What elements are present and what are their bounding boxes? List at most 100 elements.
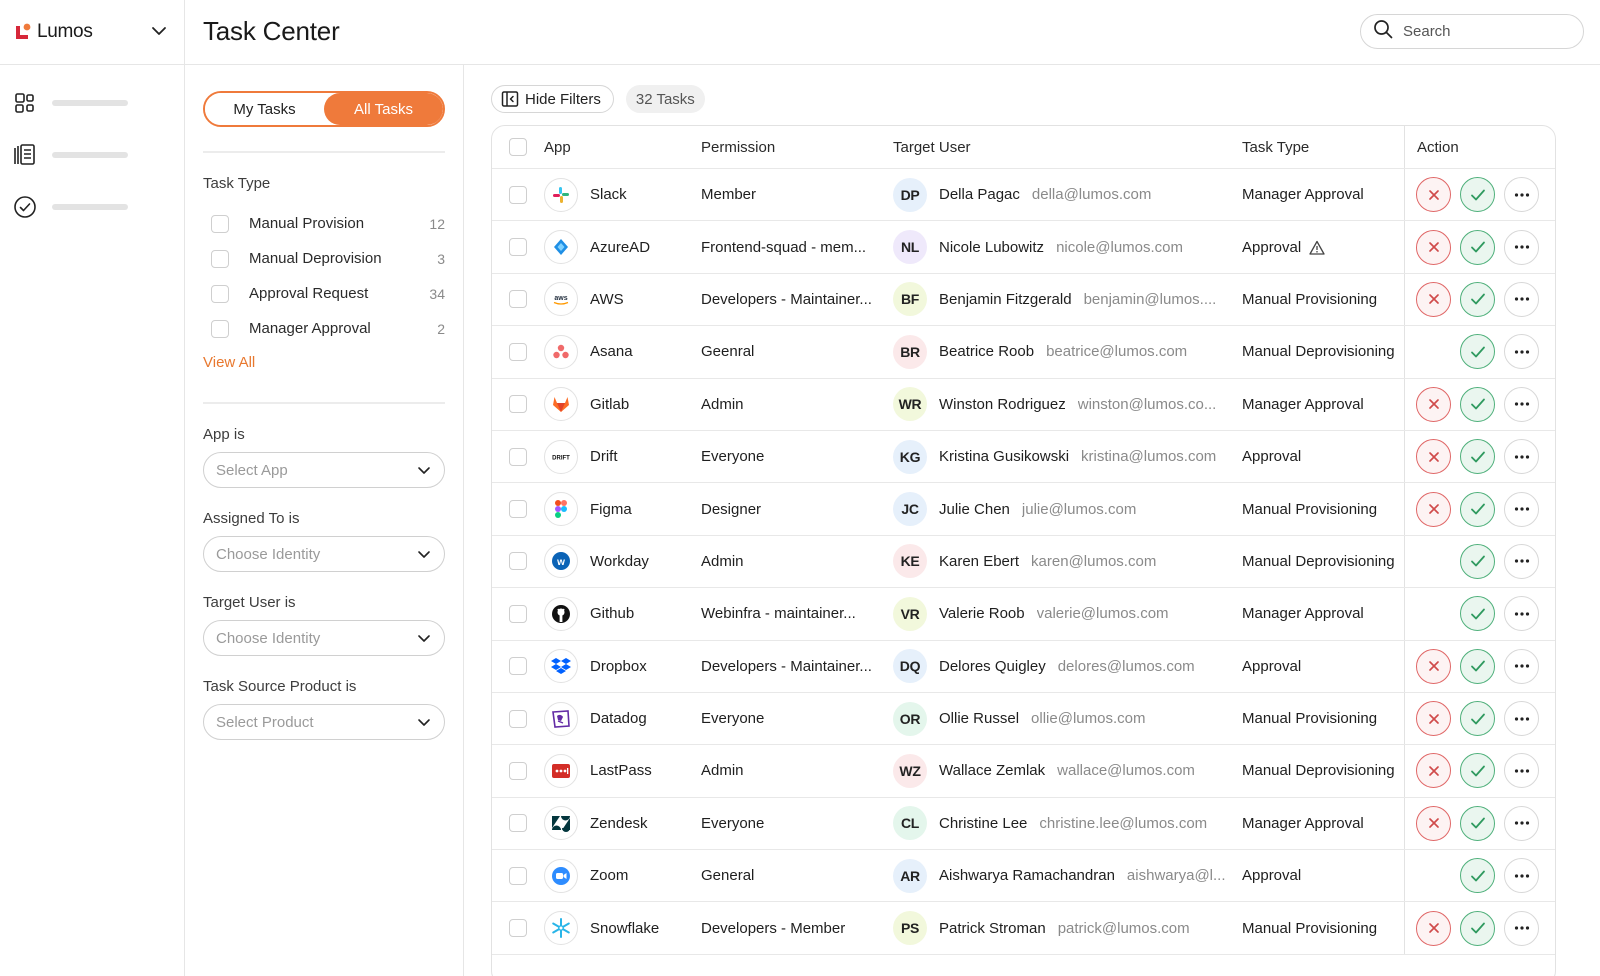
reject-button[interactable] xyxy=(1416,805,1451,841)
table-row[interactable]: DRIFT Drift Everyone KG Kristina Gusikowski k… xyxy=(492,430,1555,484)
approve-button[interactable] xyxy=(1460,177,1495,213)
row-checkbox[interactable] xyxy=(509,395,527,414)
task-type-checkbox[interactable] xyxy=(211,249,229,268)
task-type-option[interactable]: Manager Approval 2 xyxy=(203,311,445,346)
view-all-link[interactable]: View All xyxy=(203,354,255,371)
table-row[interactable]: Figma Designer JC Julie Chen julie@lumos.com… xyxy=(492,483,1555,536)
table-row[interactable]: Datadog Everyone OR Ollie Russel ollie@lumos… xyxy=(492,692,1555,746)
approve-button[interactable] xyxy=(1460,543,1495,579)
row-checkbox[interactable] xyxy=(509,290,527,309)
chevron-down-icon[interactable] xyxy=(150,22,168,45)
more-options-button[interactable] xyxy=(1504,439,1539,475)
approve-button[interactable] xyxy=(1460,701,1495,737)
task-type-checkbox[interactable] xyxy=(211,284,229,303)
row-checkbox[interactable] xyxy=(509,866,527,885)
assigned-select[interactable]: Choose Identity xyxy=(203,536,445,572)
search-box[interactable] xyxy=(1360,14,1584,49)
table-row[interactable]: Github Webinfra - maintainer... VR Valerie … xyxy=(492,588,1555,641)
more-options-button[interactable] xyxy=(1504,596,1539,632)
task-type-option[interactable]: Manual Deprovision 3 xyxy=(203,241,445,276)
reject-button[interactable] xyxy=(1416,229,1451,265)
my-tasks-tab[interactable]: My Tasks xyxy=(205,93,324,125)
approve-button[interactable] xyxy=(1460,229,1495,265)
user-email: winston@lumos.co... xyxy=(1077,395,1217,413)
table-row[interactable]: Zendesk Everyone CL Christine Lee christine.… xyxy=(492,797,1555,851)
app-select[interactable]: Select App xyxy=(203,452,445,488)
reject-button[interactable] xyxy=(1416,439,1451,475)
select-all-checkbox[interactable] xyxy=(509,138,527,156)
approve-button[interactable] xyxy=(1460,491,1495,527)
user-email: valerie@lumos.com xyxy=(1036,605,1169,623)
table-row[interactable]: LastPass Admin WZ Wallace Zemlak wallace@lum… xyxy=(492,745,1555,798)
reject-button[interactable] xyxy=(1416,491,1451,527)
row-checkbox[interactable] xyxy=(509,657,527,676)
task-type-checkbox[interactable] xyxy=(211,319,229,338)
search-input[interactable] xyxy=(1403,23,1563,40)
table-row[interactable]: w Workday Admin KE Karen Ebert karen@lumos.co… xyxy=(492,535,1555,589)
approve-button[interactable] xyxy=(1460,910,1495,946)
more-options-button[interactable] xyxy=(1504,491,1539,527)
task-type-checkbox[interactable] xyxy=(211,214,229,233)
row-checkbox[interactable] xyxy=(509,238,527,257)
brand-switcher[interactable]: Lumos xyxy=(0,0,184,65)
row-checkbox[interactable] xyxy=(509,814,527,833)
row-checkbox[interactable] xyxy=(509,185,527,204)
approve-button[interactable] xyxy=(1460,386,1495,422)
approve-button[interactable] xyxy=(1460,281,1495,317)
table-row[interactable]: Asana Geenral BR Beatrice Roob beatrice@lumo… xyxy=(492,326,1555,379)
row-checkbox[interactable] xyxy=(509,709,527,728)
more-options-button[interactable] xyxy=(1504,910,1539,946)
approve-button[interactable] xyxy=(1460,334,1495,370)
more-options-button[interactable] xyxy=(1504,753,1539,789)
more-options-button[interactable] xyxy=(1504,701,1539,737)
reject-button[interactable] xyxy=(1416,281,1451,317)
row-checkbox[interactable] xyxy=(509,447,527,466)
approve-button[interactable] xyxy=(1460,648,1495,684)
task-type-option[interactable]: Manual Provision 12 xyxy=(203,206,445,241)
task-type-option[interactable]: Approval Request 34 xyxy=(203,276,445,311)
row-checkbox[interactable] xyxy=(509,552,527,571)
table-row[interactable]: Slack Member DP Della Pagac della@lumos.com M… xyxy=(492,169,1555,222)
more-options-button[interactable] xyxy=(1504,177,1539,213)
nav-item-dashboard[interactable] xyxy=(0,77,184,129)
hide-filters-button[interactable]: Hide Filters xyxy=(491,85,614,113)
target-user-cell: VR Valerie Roob valerie@lumos.com xyxy=(893,596,1242,631)
table-row[interactable]: aws AWS Developers - Maintainer... BF Benjam… xyxy=(492,273,1555,327)
approve-button[interactable] xyxy=(1460,805,1495,841)
more-options-button[interactable] xyxy=(1504,334,1539,370)
table-row[interactable]: Gitlab Admin WR Winston Rodriguez winston@lu… xyxy=(492,378,1555,431)
more-options-button[interactable] xyxy=(1504,648,1539,684)
approve-button[interactable] xyxy=(1460,858,1495,894)
reject-button[interactable] xyxy=(1416,701,1451,737)
target-select[interactable]: Choose Identity xyxy=(203,620,445,656)
approve-button[interactable] xyxy=(1460,596,1495,632)
more-options-button[interactable] xyxy=(1504,543,1539,579)
row-checkbox[interactable] xyxy=(509,342,527,361)
divider xyxy=(203,402,445,404)
row-checkbox[interactable] xyxy=(509,604,527,623)
row-checkbox[interactable] xyxy=(509,761,527,780)
approve-button[interactable] xyxy=(1460,753,1495,789)
all-tasks-tab[interactable]: All Tasks xyxy=(324,93,443,125)
reject-button[interactable] xyxy=(1416,386,1451,422)
more-options-button[interactable] xyxy=(1504,281,1539,317)
source-select[interactable]: Select Product xyxy=(203,704,445,740)
reject-button[interactable] xyxy=(1416,753,1451,789)
table-row[interactable]: Dropbox Developers - Maintainer... DQ Delor… xyxy=(492,640,1555,693)
more-options-button[interactable] xyxy=(1504,805,1539,841)
nav-item-tasks[interactable] xyxy=(0,181,184,233)
approve-button[interactable] xyxy=(1460,439,1495,475)
row-checkbox[interactable] xyxy=(509,919,527,938)
reject-button[interactable] xyxy=(1416,177,1451,213)
more-options-button[interactable] xyxy=(1504,858,1539,894)
more-options-button[interactable] xyxy=(1504,386,1539,422)
table-row[interactable]: Snowflake Developers - Member PS Patrick St… xyxy=(492,902,1555,955)
reject-button[interactable] xyxy=(1416,648,1451,684)
action-cell xyxy=(1404,378,1555,430)
nav-item-documents[interactable] xyxy=(0,129,184,181)
table-row[interactable]: AzureAD Frontend-squad - mem... NL Nicole L… xyxy=(492,221,1555,274)
table-row[interactable]: Zoom General AR Aishwarya Ramachandran aishw… xyxy=(492,850,1555,903)
row-checkbox[interactable] xyxy=(509,500,527,519)
reject-button[interactable] xyxy=(1416,910,1451,946)
more-options-button[interactable] xyxy=(1504,229,1539,265)
